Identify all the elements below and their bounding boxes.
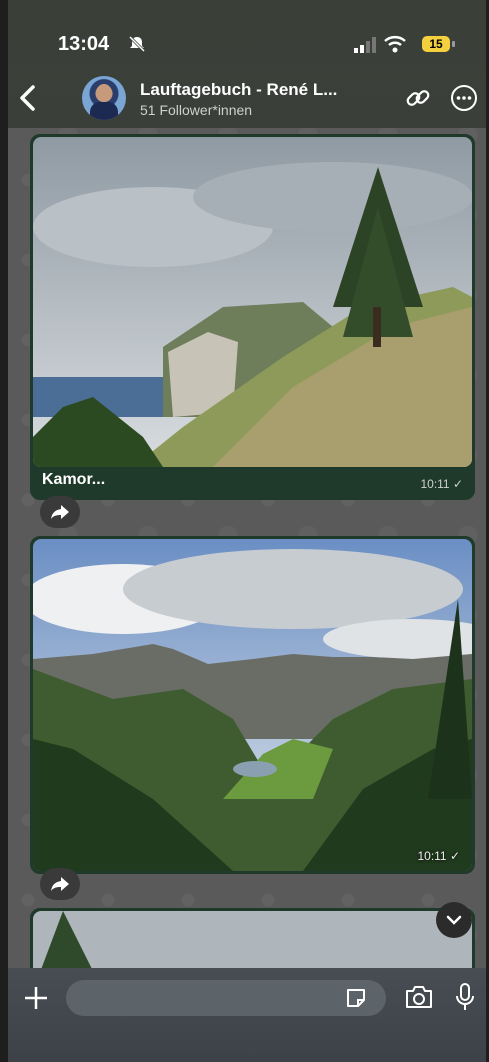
- top-bar: 13:04 15 Lauftagebuch - René L... 51 Fol…: [8, 0, 486, 128]
- status-time: 13:04: [58, 33, 110, 55]
- more-icon[interactable]: [450, 84, 478, 112]
- forward-button-1[interactable]: [40, 496, 80, 528]
- sticker-icon[interactable]: [344, 986, 368, 1010]
- plus-icon[interactable]: [22, 984, 50, 1012]
- message-caption-1: Kamor...: [42, 471, 106, 488]
- chat-header: Lauftagebuch - René L... 51 Follower*inn…: [8, 74, 486, 122]
- chat-screen: 13:04 15 Lauftagebuch - René L... 51 Fol…: [8, 0, 486, 1062]
- battery-tip: [452, 41, 455, 47]
- battery-level: 15: [422, 36, 450, 52]
- mute-icon: [128, 35, 146, 53]
- message-photo-2[interactable]: [33, 539, 472, 871]
- back-icon[interactable]: [16, 84, 40, 112]
- wifi-icon: [384, 36, 406, 53]
- message-bubble-1[interactable]: Kamor... 10:11 ✓: [30, 134, 475, 500]
- forward-icon: [51, 877, 69, 891]
- forward-button-2[interactable]: [40, 868, 80, 900]
- link-icon[interactable]: [404, 84, 432, 112]
- battery-indicator: 15: [422, 34, 456, 54]
- channel-title[interactable]: Lauftagebuch - René L...: [140, 80, 337, 100]
- scroll-down-button[interactable]: [436, 902, 472, 938]
- mic-icon[interactable]: [454, 982, 476, 1012]
- message-time-1: 10:11 ✓: [420, 477, 463, 491]
- camera-icon[interactable]: [404, 984, 434, 1010]
- message-bubble-2[interactable]: 10:11 ✓: [30, 536, 475, 874]
- composer-bar: [8, 968, 486, 1062]
- chevron-down-icon: [446, 915, 462, 925]
- status-bar: 13:04 15: [58, 33, 456, 57]
- follower-count: 51 Follower*innen: [140, 102, 253, 118]
- avatar-face: [96, 84, 112, 102]
- avatar-shirt: [90, 102, 118, 120]
- message-photo-1[interactable]: [33, 137, 472, 467]
- message-time-2: 10:11 ✓: [417, 849, 460, 863]
- signal-icon: [354, 37, 376, 53]
- forward-icon: [51, 505, 69, 519]
- avatar[interactable]: [82, 76, 126, 120]
- message-input[interactable]: [66, 980, 386, 1016]
